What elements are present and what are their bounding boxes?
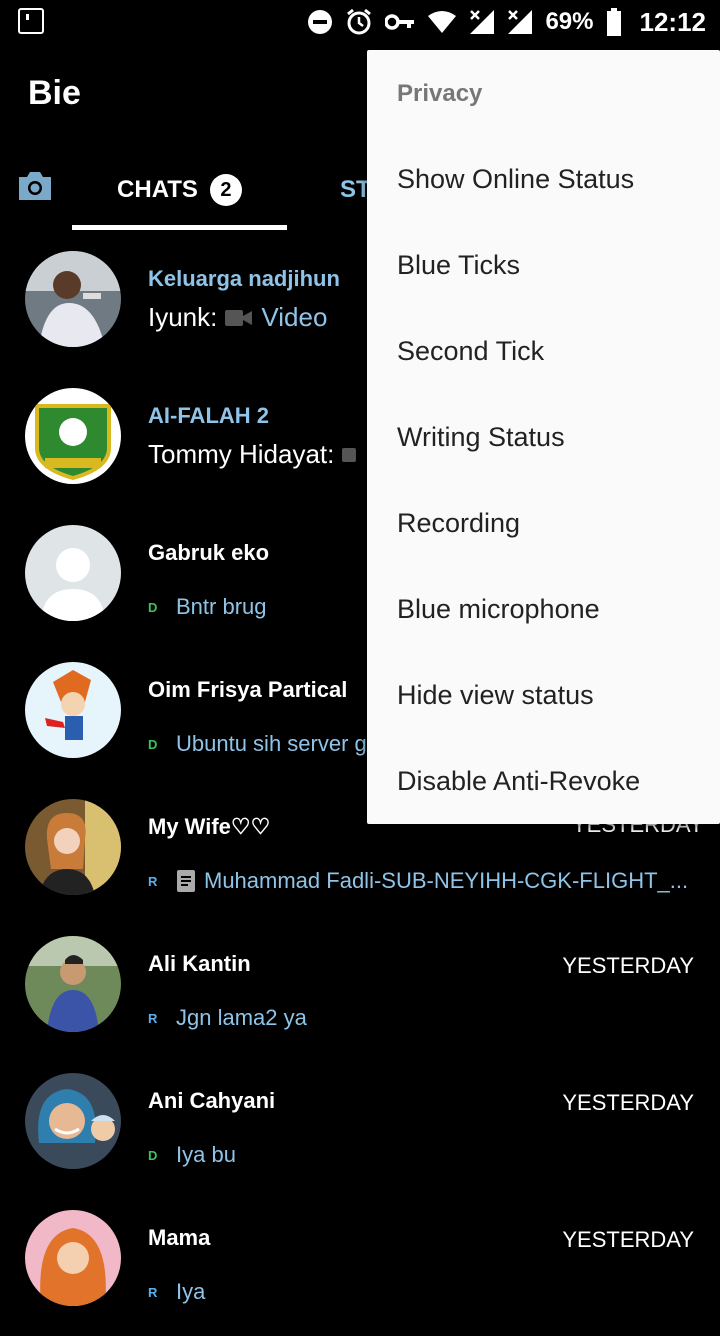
read-indicator: R: [148, 1010, 158, 1026]
chat-timestamp: YESTERDAY: [562, 1227, 694, 1252]
avatar: [25, 799, 121, 895]
camera-icon: [19, 172, 51, 200]
avatar: [25, 251, 121, 347]
chat-row[interactable]: Mama YESTERDAY R Iya: [0, 1199, 720, 1336]
camera-icon: [342, 447, 357, 462]
signal-x-icon: [469, 9, 495, 35]
delivered-indicator: D: [148, 1147, 158, 1163]
chat-preview: D Ubuntu sih server g: [148, 731, 367, 757]
chat-timestamp: YESTERDAY: [562, 1090, 694, 1115]
menu-item-show-online-status[interactable]: Show Online Status: [397, 164, 634, 195]
unread-badge: 2: [209, 174, 242, 206]
delivered-indicator: D: [148, 736, 158, 752]
chat-name: Keluarga nadjihun: [148, 266, 340, 291]
menu-item-recording[interactable]: Recording: [397, 508, 520, 539]
document-icon: [177, 870, 195, 892]
chat-row[interactable]: Ali Kantin YESTERDAY R Jgn lama2 ya: [0, 925, 720, 1062]
battery-icon: [606, 8, 622, 36]
chat-preview: Iyunk: Video: [148, 302, 327, 333]
chat-message: Video: [261, 302, 328, 332]
menu-item-second-tick[interactable]: Second Tick: [397, 336, 544, 367]
chat-name: My Wife♡♡: [148, 814, 271, 839]
video-icon: [225, 309, 253, 326]
chat-preview: R Muhammad Fadli-SUB-NEYIHH-CGK-FLIGHT_.…: [148, 868, 688, 894]
menu-item-blue-microphone[interactable]: Blue microphone: [397, 594, 600, 625]
privacy-menu: Privacy Show Online Status Blue Ticks Se…: [367, 50, 720, 824]
chat-name: AI-FALAH 2: [148, 403, 269, 428]
chat-message: Ubuntu sih server g: [176, 731, 367, 756]
chat-message: Jgn lama2 ya: [176, 1005, 307, 1030]
wifi-icon: [427, 10, 457, 34]
avatar: [25, 662, 121, 758]
signal-icon: [507, 9, 533, 35]
chat-sender: Tommy Hidayat:: [148, 439, 335, 469]
tab-chats[interactable]: CHATS 2: [72, 150, 287, 230]
chat-message: Muhammad Fadli-SUB-NEYIHH-CGK-FLIGHT_...: [204, 868, 689, 893]
chat-preview: Tommy Hidayat:: [148, 439, 357, 470]
avatar: [25, 936, 121, 1032]
app-title: Bie: [28, 74, 81, 112]
chat-sender: Iyunk:: [148, 302, 218, 332]
avatar: [25, 388, 121, 484]
tab-chats-label: CHATS: [117, 176, 198, 203]
chat-row[interactable]: Ani Cahyani YESTERDAY D Iya bu: [0, 1062, 720, 1199]
status-bar: 69% 12:12: [0, 0, 720, 46]
read-indicator: R: [148, 1284, 158, 1300]
menu-item-blue-ticks[interactable]: Blue Ticks: [397, 250, 520, 281]
chat-name: Mama: [148, 1225, 211, 1250]
vpn-key-icon: [385, 12, 415, 32]
status-icons: 69% 12:12: [307, 6, 706, 38]
chat-preview: D Iya bu: [148, 1142, 236, 1168]
chat-timestamp: YESTERDAY: [562, 953, 694, 978]
alarm-icon: [345, 8, 373, 36]
tab-indicator: [72, 225, 287, 230]
chat-name: Gabruk eko: [148, 540, 270, 565]
chat-preview: R Iya: [148, 1279, 205, 1305]
camera-tab[interactable]: [16, 170, 54, 207]
read-indicator: R: [148, 873, 158, 889]
do-not-disturb-icon: [307, 9, 333, 35]
menu-item-writing-status[interactable]: Writing Status: [397, 422, 565, 453]
menu-header: Privacy: [397, 80, 483, 107]
avatar: [25, 1210, 121, 1306]
chat-preview: R Jgn lama2 ya: [148, 1005, 307, 1031]
menu-item-hide-view-status[interactable]: Hide view status: [397, 680, 594, 711]
avatar: [25, 1073, 121, 1169]
battery-percent: 69%: [545, 8, 594, 35]
chat-message: Bntr brug: [176, 594, 267, 619]
avatar: [25, 525, 121, 621]
screenshot-notification-icon: [18, 8, 44, 34]
clock: 12:12: [639, 6, 707, 37]
chat-message: Iya bu: [176, 1142, 236, 1167]
chat-name: Ani Cahyani: [148, 1088, 276, 1113]
chat-preview: D Bntr brug: [148, 594, 267, 620]
chat-message: Iya: [176, 1279, 206, 1304]
menu-item-disable-anti-revoke[interactable]: Disable Anti-Revoke: [397, 766, 640, 797]
chat-name: Oim Frisya Partical: [148, 677, 348, 702]
delivered-indicator: D: [148, 599, 158, 615]
chat-name: Ali Kantin: [148, 951, 251, 976]
